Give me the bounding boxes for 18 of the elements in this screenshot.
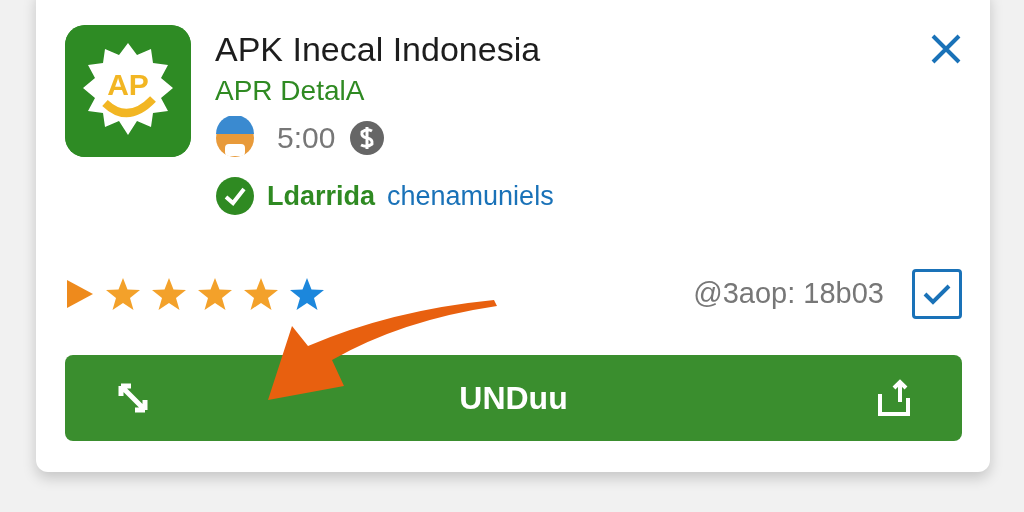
app-title: APK Inecal Indonesia	[215, 31, 541, 69]
logo-text: AP	[107, 68, 149, 101]
play-icon[interactable]	[65, 277, 95, 310]
avatar-icon	[215, 115, 255, 160]
star-icon	[105, 276, 141, 311]
developer-note: chenamuniels	[387, 180, 554, 214]
star-icon	[151, 276, 187, 311]
star-icon	[243, 276, 279, 311]
star-icon	[197, 276, 233, 311]
close-icon[interactable]	[930, 33, 962, 65]
developer-name: Ldarrida	[267, 180, 376, 214]
code-text: @3aop: 18b03	[693, 275, 884, 311]
time-text: 5:00	[277, 120, 336, 157]
dollar-icon	[349, 119, 386, 156]
app-subtitle: APR DetalA	[215, 76, 365, 108]
download-button[interactable]: UNDuu	[65, 354, 962, 441]
star-icon	[289, 276, 325, 311]
checkbox[interactable]	[912, 268, 962, 319]
